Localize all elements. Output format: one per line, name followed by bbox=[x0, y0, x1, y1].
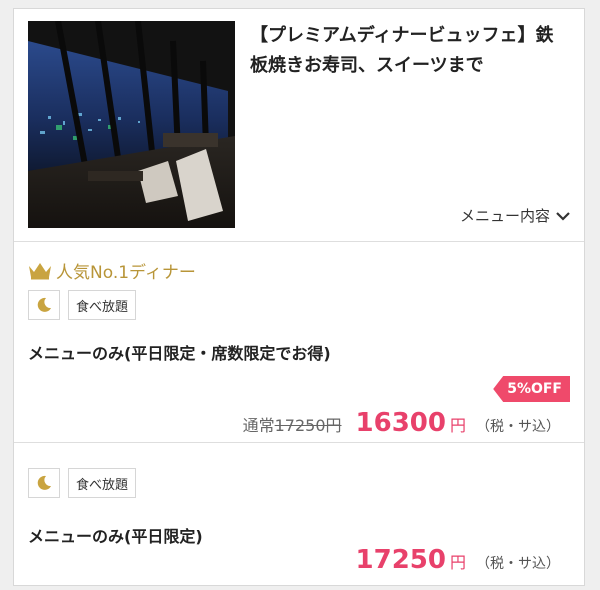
price-row: 通常17250円 16300 円 （税・サ込） bbox=[243, 408, 560, 438]
dinner-tag bbox=[28, 468, 60, 498]
price-value: 17250 bbox=[355, 545, 446, 575]
night-view-image bbox=[28, 21, 235, 228]
plan-card: 【プレミアムディナービュッフェ】鉄板焼きお寿司、スイーツまで メニュー内容 人気… bbox=[13, 8, 585, 586]
price-value: 16300 bbox=[355, 408, 446, 438]
plan-option[interactable]: 人気No.1ディナー 食べ放題 メニューのみ(平日限定・席数限定でお得) 5%O… bbox=[14, 242, 584, 443]
popular-badge: 人気No.1ディナー bbox=[28, 258, 196, 283]
menu-contents-toggle[interactable]: メニュー内容 bbox=[460, 205, 570, 226]
plan-option[interactable]: 食べ放題 メニューのみ(平日限定) 17250 円 （税・サ込） bbox=[14, 443, 584, 585]
regular-price: 通常17250円 bbox=[243, 412, 342, 436]
regular-price-prefix: 通常 bbox=[242, 416, 275, 435]
regular-price-value: 17250円 bbox=[274, 416, 342, 435]
dinner-tag bbox=[28, 290, 60, 320]
plan-tags: 食べ放題 bbox=[28, 290, 137, 320]
plan-header: 【プレミアムディナービュッフェ】鉄板焼きお寿司、スイーツまで メニュー内容 bbox=[14, 9, 584, 242]
plan-tags: 食べ放題 bbox=[28, 468, 137, 498]
plan-name: メニューのみ(平日限定) bbox=[28, 527, 203, 546]
plan-title: 【プレミアムディナービュッフェ】鉄板焼きお寿司、スイーツまで bbox=[250, 25, 554, 76]
moon-icon bbox=[37, 297, 51, 312]
moon-icon bbox=[37, 475, 51, 490]
tax-note: （税・サ込） bbox=[476, 419, 560, 435]
crown-icon bbox=[29, 262, 51, 279]
price-currency: 円 bbox=[449, 416, 466, 435]
tax-note: （税・サ込） bbox=[476, 556, 560, 572]
discount-badge: 5%OFF bbox=[493, 376, 570, 402]
price-currency: 円 bbox=[449, 553, 466, 572]
plan-name: メニューのみ(平日限定・席数限定でお得) bbox=[28, 344, 331, 363]
chevron-down-icon bbox=[556, 211, 570, 221]
restaurant-photo[interactable] bbox=[28, 21, 235, 228]
price-row: 17250 円 （税・サ込） bbox=[356, 545, 560, 575]
popular-badge-label: 人気No.1ディナー bbox=[56, 263, 196, 283]
all-you-can-eat-tag: 食べ放題 bbox=[68, 290, 137, 320]
menu-contents-label: メニュー内容 bbox=[459, 207, 550, 225]
all-you-can-eat-tag: 食べ放題 bbox=[68, 468, 137, 498]
